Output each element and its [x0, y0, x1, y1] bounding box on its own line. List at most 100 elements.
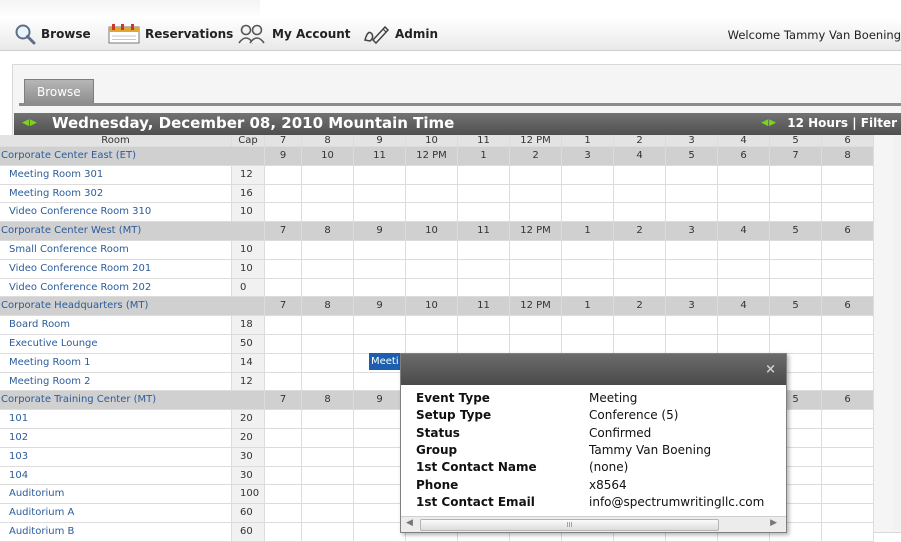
- time-slot-cell[interactable]: [265, 504, 302, 523]
- time-slot-cell[interactable]: [302, 485, 354, 505]
- room-link[interactable]: Meeting Room 302: [0, 184, 232, 204]
- time-slot-cell[interactable]: [562, 203, 614, 223]
- group-name[interactable]: Corporate Center West (MT): [0, 222, 265, 241]
- group-name[interactable]: Corporate Center East (ET): [0, 147, 265, 166]
- time-slot-cell[interactable]: [354, 523, 406, 542]
- time-slot-cell[interactable]: [302, 316, 354, 335]
- room-link[interactable]: Meeting Room 301: [0, 165, 232, 185]
- time-slot-cell[interactable]: [822, 410, 874, 429]
- group-name[interactable]: Corporate Training Center (MT): [0, 391, 265, 411]
- time-slot-cell[interactable]: [302, 466, 354, 486]
- time-slot-cell[interactable]: [265, 184, 302, 204]
- time-slot-cell[interactable]: [406, 184, 458, 204]
- time-slot-cell[interactable]: [265, 259, 302, 279]
- time-slot-cell[interactable]: [666, 278, 718, 298]
- time-slot-cell[interactable]: [718, 184, 770, 204]
- time-slot-cell[interactable]: [718, 203, 770, 223]
- time-slot-cell[interactable]: [770, 184, 822, 204]
- time-slot-cell[interactable]: [302, 203, 354, 223]
- room-link[interactable]: Small Conference Room: [0, 241, 232, 260]
- time-slot-cell[interactable]: [822, 523, 874, 542]
- prev-hours-icon[interactable]: ◀: [761, 118, 769, 128]
- time-slot-cell[interactable]: [354, 316, 406, 335]
- hours-range-label[interactable]: 12 Hours: [787, 116, 848, 130]
- room-link[interactable]: 104: [0, 466, 232, 486]
- time-slot-cell[interactable]: [666, 165, 718, 185]
- next-hours-icon[interactable]: ▶: [769, 118, 777, 128]
- time-slot-cell[interactable]: [822, 466, 874, 486]
- tab-browse[interactable]: Browse: [24, 79, 94, 103]
- time-slot-cell[interactable]: [265, 316, 302, 335]
- time-slot-cell[interactable]: [770, 203, 822, 223]
- time-slot-cell[interactable]: [354, 203, 406, 223]
- time-slot-cell[interactable]: [614, 259, 666, 279]
- time-slot-cell[interactable]: [822, 278, 874, 298]
- time-slot-cell[interactable]: [822, 485, 874, 505]
- time-slot-cell[interactable]: [614, 203, 666, 223]
- time-slot-cell[interactable]: [562, 335, 614, 354]
- time-slot-cell[interactable]: [718, 278, 770, 298]
- time-slot-cell[interactable]: [406, 316, 458, 335]
- time-slot-cell[interactable]: [406, 165, 458, 185]
- time-slot-cell[interactable]: [770, 335, 822, 354]
- time-slot-cell[interactable]: [265, 523, 302, 542]
- time-slot-cell[interactable]: [302, 523, 354, 542]
- time-slot-cell[interactable]: [458, 316, 510, 335]
- vertical-scrollbar[interactable]: [893, 135, 901, 531]
- room-link[interactable]: Video Conference Room 310: [0, 203, 232, 223]
- room-link[interactable]: Auditorium A: [0, 504, 232, 523]
- time-slot-cell[interactable]: [302, 241, 354, 260]
- room-link[interactable]: Meeting Room 1: [0, 353, 232, 373]
- time-slot-cell[interactable]: [458, 278, 510, 298]
- time-slot-cell[interactable]: [302, 504, 354, 523]
- time-slot-cell[interactable]: [265, 410, 302, 429]
- time-slot-cell[interactable]: [458, 335, 510, 354]
- time-slot-cell[interactable]: [510, 335, 562, 354]
- time-slot-cell[interactable]: [510, 259, 562, 279]
- room-link[interactable]: Board Room: [0, 316, 232, 335]
- scroll-thumb[interactable]: III: [420, 519, 719, 531]
- time-slot-cell[interactable]: [458, 184, 510, 204]
- next-day-icon[interactable]: ▶: [30, 118, 38, 128]
- time-slot-cell[interactable]: [822, 165, 874, 185]
- time-slot-cell[interactable]: [822, 259, 874, 279]
- close-icon[interactable]: ×: [765, 362, 776, 377]
- time-slot-cell[interactable]: [302, 410, 354, 429]
- time-slot-cell[interactable]: [302, 259, 354, 279]
- time-slot-cell[interactable]: [510, 184, 562, 204]
- time-slot-cell[interactable]: [406, 203, 458, 223]
- time-slot-cell[interactable]: [718, 259, 770, 279]
- time-slot-cell[interactable]: [666, 241, 718, 260]
- room-link[interactable]: Auditorium B: [0, 523, 232, 542]
- time-slot-cell[interactable]: [265, 203, 302, 223]
- time-slot-cell[interactable]: [354, 335, 406, 354]
- time-slot-cell[interactable]: [562, 278, 614, 298]
- time-slot-cell[interactable]: [822, 447, 874, 467]
- time-slot-cell[interactable]: [302, 335, 354, 354]
- time-slot-cell[interactable]: [822, 316, 874, 335]
- time-slot-cell[interactable]: [822, 504, 874, 523]
- time-slot-cell[interactable]: [302, 429, 354, 448]
- time-slot-cell[interactable]: [458, 165, 510, 185]
- time-slot-cell[interactable]: [718, 165, 770, 185]
- time-slot-cell[interactable]: [614, 184, 666, 204]
- time-slot-cell[interactable]: [354, 165, 406, 185]
- time-slot-cell[interactable]: [406, 259, 458, 279]
- time-slot-cell[interactable]: [354, 259, 406, 279]
- time-slot-cell[interactable]: [770, 316, 822, 335]
- time-slot-cell[interactable]: [458, 203, 510, 223]
- time-slot-cell[interactable]: [614, 165, 666, 185]
- room-link[interactable]: Video Conference Room 202: [0, 278, 232, 298]
- time-slot-cell[interactable]: [354, 241, 406, 260]
- time-slot-cell[interactable]: [510, 316, 562, 335]
- room-link[interactable]: 102: [0, 429, 232, 448]
- time-slot-cell[interactable]: [666, 203, 718, 223]
- time-slot-cell[interactable]: [265, 372, 302, 392]
- date-nav-arrows[interactable]: ◀▶: [22, 118, 38, 128]
- time-slot-cell[interactable]: [510, 203, 562, 223]
- time-slot-cell[interactable]: [265, 165, 302, 185]
- time-slot-cell[interactable]: [265, 241, 302, 260]
- time-slot-cell[interactable]: [354, 372, 406, 392]
- room-link[interactable]: 101: [0, 410, 232, 429]
- time-slot-cell[interactable]: [354, 278, 406, 298]
